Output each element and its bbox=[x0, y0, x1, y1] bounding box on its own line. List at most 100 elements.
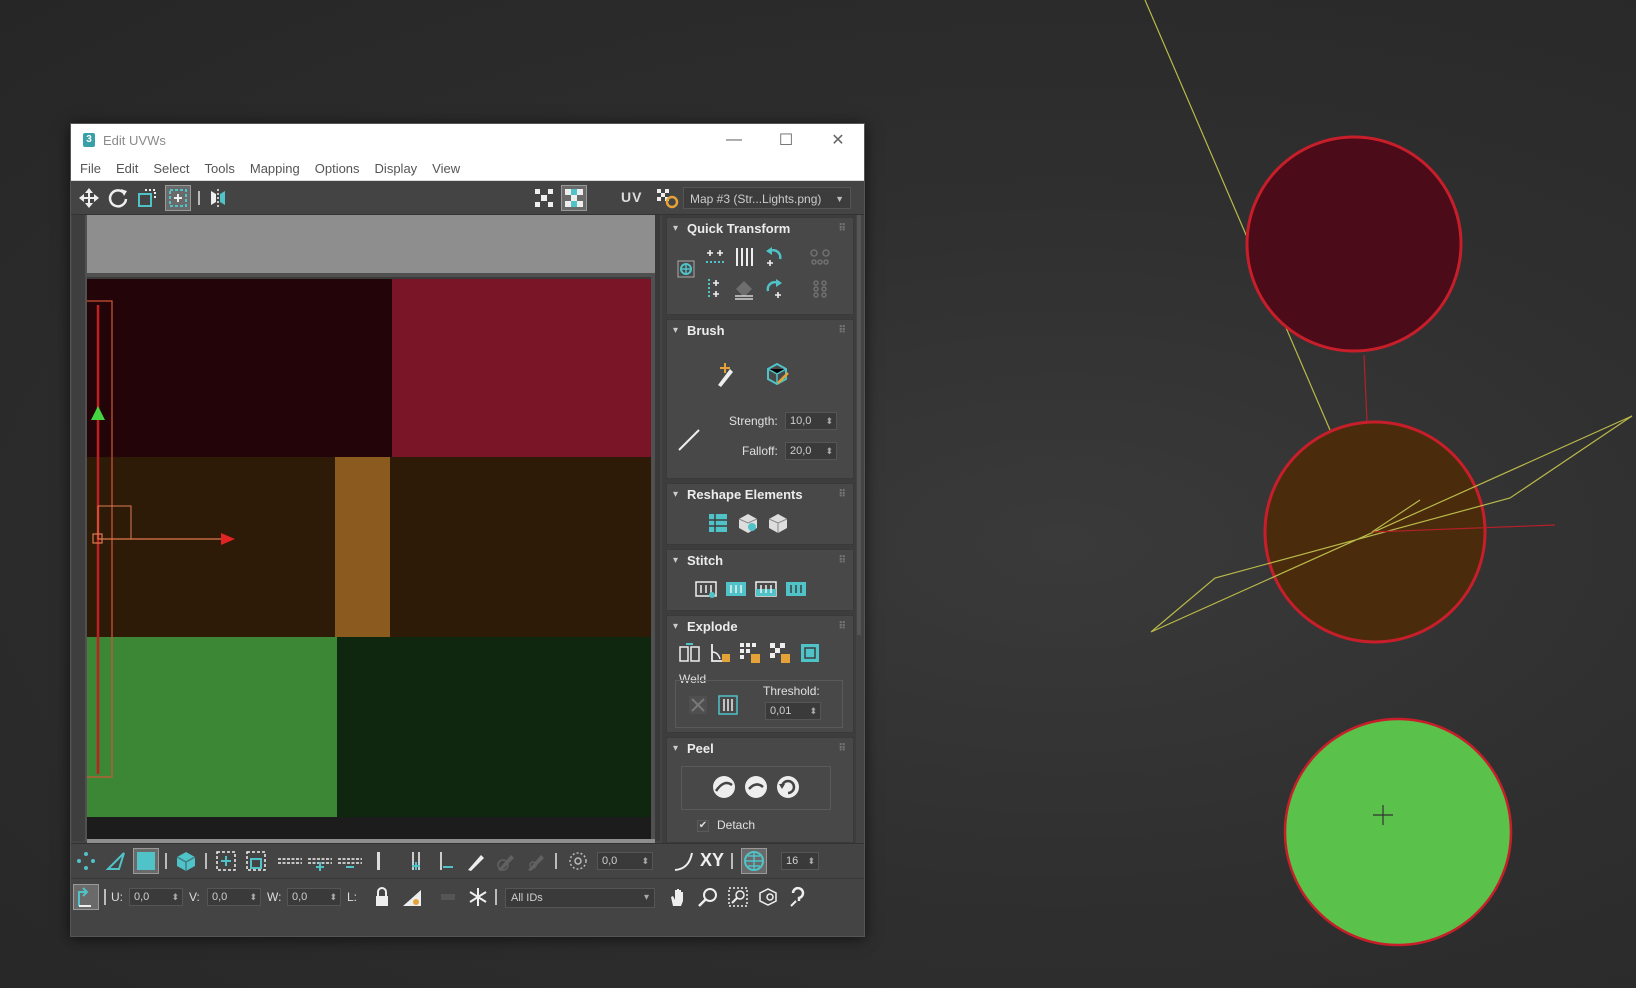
strength-spinner[interactable]: 10,0 bbox=[785, 412, 837, 430]
element-mode-icon[interactable] bbox=[173, 848, 199, 874]
explode-by-material-icon[interactable] bbox=[737, 640, 763, 666]
green-light-sphere[interactable] bbox=[1283, 717, 1513, 947]
menu-mapping[interactable]: Mapping bbox=[250, 161, 300, 176]
rotate-icon[interactable] bbox=[105, 185, 131, 211]
space-horizontal-icon[interactable] bbox=[731, 276, 757, 302]
rollout-header[interactable]: Quick Transform⠿ bbox=[667, 218, 853, 240]
menu-edit[interactable]: Edit bbox=[116, 161, 138, 176]
stitch-to-target-icon[interactable] bbox=[783, 576, 809, 602]
edge-mode-icon[interactable] bbox=[103, 848, 129, 874]
panel-scrollbar[interactable] bbox=[856, 215, 862, 843]
v-coordinate-field[interactable]: 0,0 bbox=[207, 888, 261, 906]
stitch-custom-icon[interactable] bbox=[693, 576, 719, 602]
title-bar[interactable]: 3 Edit UVWs — ☐ ✕ bbox=[71, 124, 864, 156]
freeform-mode-icon[interactable] bbox=[165, 185, 191, 211]
set-pivot-icon[interactable] bbox=[673, 256, 699, 282]
relax-brush-icon[interactable] bbox=[763, 360, 791, 388]
relax-until-flat-icon[interactable] bbox=[765, 510, 791, 536]
falloff-spinner[interactable]: 20,0 bbox=[785, 442, 837, 460]
shrink-ring-icon[interactable] bbox=[433, 848, 459, 874]
break-icon[interactable] bbox=[677, 640, 703, 666]
shrink-brush-icon[interactable] bbox=[523, 848, 549, 874]
checker-map-icon[interactable] bbox=[561, 185, 587, 211]
xy-space-toggle[interactable]: XY bbox=[700, 850, 724, 871]
uv-editor-canvas[interactable] bbox=[72, 215, 660, 843]
zoom-icon[interactable] bbox=[695, 884, 721, 910]
rotate-ccw-icon[interactable] bbox=[761, 244, 787, 270]
rollout-header[interactable]: Explode⠿ bbox=[667, 616, 853, 638]
edge-ring-icon[interactable] bbox=[403, 848, 429, 874]
red-light-sphere[interactable] bbox=[1245, 135, 1463, 353]
rollout-header[interactable]: Reshape Elements⠿ bbox=[667, 484, 853, 506]
weld-selected-icon[interactable] bbox=[685, 692, 711, 718]
paint-select-icon[interactable] bbox=[463, 848, 489, 874]
grow-loop-icon[interactable] bbox=[307, 848, 333, 874]
flatten-mapping-icon[interactable] bbox=[797, 640, 823, 666]
freeze-icon[interactable] bbox=[465, 884, 491, 910]
show-map-icon[interactable] bbox=[531, 185, 557, 211]
stitch-to-source-icon[interactable] bbox=[723, 576, 749, 602]
shrink-loop-icon[interactable] bbox=[337, 848, 363, 874]
flatten-by-polygon-icon[interactable] bbox=[767, 640, 793, 666]
u-coordinate-field[interactable]: 0,0 bbox=[129, 888, 183, 906]
rollout-header[interactable]: Stitch⠿ bbox=[667, 550, 853, 572]
menu-display[interactable]: Display bbox=[375, 161, 418, 176]
texture-settings-icon[interactable] bbox=[654, 185, 680, 211]
lock-icon[interactable] bbox=[369, 884, 395, 910]
reset-peel-icon[interactable] bbox=[775, 774, 801, 800]
space-vertical-icon[interactable] bbox=[731, 244, 757, 270]
uv-toggle[interactable]: UV bbox=[621, 189, 642, 205]
menu-tools[interactable]: Tools bbox=[205, 161, 235, 176]
flip-grid-icon[interactable] bbox=[807, 276, 833, 302]
threshold-spinner[interactable]: 0,01 bbox=[765, 702, 821, 720]
absolute-offset-icon[interactable] bbox=[73, 884, 99, 910]
scale-icon[interactable] bbox=[134, 185, 160, 211]
texture-map-select[interactable]: Map #3 (Str...Lights.png) ▼ bbox=[683, 187, 851, 209]
shrink-selection-icon[interactable] bbox=[243, 848, 269, 874]
show-icon[interactable] bbox=[435, 884, 461, 910]
rotate-cw-icon[interactable] bbox=[761, 276, 787, 302]
edit-uvws-window[interactable]: 3 Edit UVWs — ☐ ✕ File Edit Select Tools… bbox=[70, 123, 865, 937]
zoom-region-icon[interactable] bbox=[725, 884, 751, 910]
help-icon[interactable] bbox=[785, 884, 811, 910]
peel-mode-icon[interactable] bbox=[743, 774, 769, 800]
soft-selection-icon[interactable] bbox=[565, 848, 591, 874]
id-filter-dropdown[interactable]: All IDs bbox=[505, 888, 655, 908]
stitch-average-icon[interactable] bbox=[753, 576, 779, 602]
align-vertical-icon[interactable] bbox=[703, 276, 729, 302]
menu-select[interactable]: Select bbox=[153, 161, 189, 176]
w-coordinate-field[interactable]: 0,0 bbox=[287, 888, 341, 906]
close-button[interactable]: ✕ bbox=[812, 124, 864, 156]
menu-file[interactable]: File bbox=[80, 161, 101, 176]
enlarge-brush-icon[interactable] bbox=[493, 848, 519, 874]
quick-peel-icon[interactable] bbox=[711, 774, 737, 800]
falloff-curve-icon[interactable] bbox=[675, 426, 703, 454]
canvas-scrollbar[interactable] bbox=[655, 215, 660, 841]
minimize-button[interactable]: — bbox=[708, 124, 760, 156]
align-horizontal-icon[interactable] bbox=[703, 244, 729, 270]
straighten-selection-icon[interactable] bbox=[705, 510, 731, 536]
move-icon[interactable] bbox=[76, 185, 102, 211]
vertex-mode-icon[interactable] bbox=[73, 848, 99, 874]
relax-icon[interactable] bbox=[735, 510, 761, 536]
mirror-icon[interactable] bbox=[205, 185, 231, 211]
hide-icon[interactable] bbox=[399, 884, 425, 910]
soft-selection-field[interactable]: 0,0 bbox=[597, 852, 653, 870]
menu-view[interactable]: View bbox=[432, 161, 460, 176]
rotate-grid-icon[interactable] bbox=[807, 244, 833, 270]
paint-move-icon[interactable] bbox=[711, 360, 739, 388]
maximize-button[interactable]: ☐ bbox=[760, 124, 812, 156]
polygon-mode-icon[interactable] bbox=[133, 848, 159, 874]
grow-selection-icon[interactable] bbox=[213, 848, 239, 874]
zoom-extents-icon[interactable] bbox=[755, 884, 781, 910]
grid-snap-icon[interactable] bbox=[741, 848, 767, 874]
falloff-type-icon[interactable] bbox=[671, 848, 697, 874]
rollout-header[interactable]: Peel⠿ bbox=[667, 738, 853, 760]
pan-icon[interactable] bbox=[665, 884, 691, 910]
edge-loop-icon[interactable] bbox=[277, 848, 303, 874]
uv-texture-map[interactable] bbox=[87, 277, 651, 841]
weld-edges-icon[interactable] bbox=[715, 692, 741, 718]
grid-size-field[interactable]: 16 bbox=[781, 852, 819, 870]
rollout-header[interactable]: Brush⠿ bbox=[667, 320, 853, 342]
detach-checkbox[interactable]: ✔ bbox=[697, 820, 709, 832]
